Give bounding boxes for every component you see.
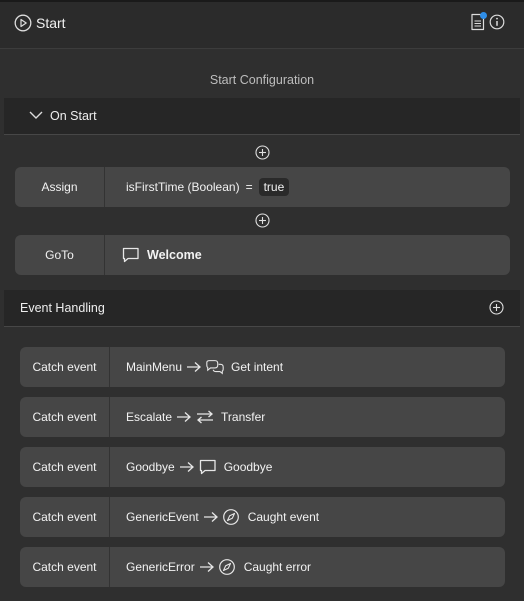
- event-content: MainMenu Get intent: [110, 358, 283, 376]
- section-caption: Start Configuration: [209, 73, 315, 87]
- add-step-icon[interactable]: [255, 145, 270, 160]
- info-icon[interactable]: [489, 14, 505, 30]
- arrow-right-icon: [203, 512, 218, 522]
- event-content: GenericError Caught error: [110, 558, 311, 576]
- event-kind-label: Catch event: [20, 397, 110, 437]
- assign-value: true: [258, 178, 290, 196]
- event-name: Escalate: [126, 410, 173, 424]
- goto-target: Welcome: [147, 248, 202, 262]
- chat-bubbles-icon: [206, 360, 224, 375]
- transfer-icon: [197, 410, 214, 424]
- event-kind-label: Catch event: [20, 497, 110, 537]
- on-start-group-header[interactable]: On Start: [4, 98, 520, 135]
- event-kind-label: Catch event: [20, 347, 110, 387]
- arrow-right-icon: [179, 462, 194, 472]
- top-divider: [0, 0, 524, 2]
- goto-content: Welcome: [105, 246, 202, 264]
- compass-icon: [222, 509, 239, 525]
- compass-icon: [218, 559, 235, 575]
- event-content: Goodbye Goodbye: [110, 458, 272, 476]
- on-start-label: On Start: [50, 109, 97, 123]
- chevron-down-icon[interactable]: [28, 109, 44, 121]
- add-event-icon[interactable]: [489, 300, 504, 315]
- catch-event-row[interactable]: Catch event MainMenu Get intent: [20, 347, 505, 387]
- catch-event-row[interactable]: Catch event Escalate Transfer: [20, 397, 505, 437]
- catch-event-row[interactable]: Catch event GenericEvent Caught event: [20, 497, 505, 537]
- event-name: GenericEvent: [126, 510, 199, 524]
- event-kind-label: Catch event: [20, 447, 110, 487]
- event-name: MainMenu: [126, 360, 183, 374]
- panel-header: Start: [0, 0, 524, 49]
- add-step-icon[interactable]: [255, 213, 270, 228]
- event-handling-group-header: Event Handling: [4, 290, 520, 327]
- event-content: GenericEvent Caught event: [110, 508, 319, 526]
- play-circle-icon: [14, 14, 32, 32]
- goto-kind-label: GoTo: [15, 235, 105, 275]
- speech-bubble-icon: [122, 247, 139, 263]
- arrow-right-icon: [177, 412, 192, 422]
- start-panel: Start Start Configuration On Start Assig…: [0, 0, 524, 601]
- arrow-right-icon: [199, 562, 214, 572]
- catch-event-row[interactable]: Catch event GenericError Caught error: [20, 547, 505, 587]
- page-title: Start: [36, 15, 66, 31]
- catch-event-row[interactable]: Catch event Goodbye Goodbye: [20, 447, 505, 487]
- assign-content: isFirstTime (Boolean) = true: [105, 178, 290, 196]
- assign-operator: =: [245, 180, 253, 194]
- event-action: Caught error: [243, 560, 312, 574]
- assign-kind-label: Assign: [15, 167, 105, 207]
- event-action: Get intent: [231, 360, 284, 374]
- assign-expression: isFirstTime (Boolean): [126, 180, 240, 194]
- event-name: GenericError: [126, 560, 195, 574]
- assign-step-row[interactable]: Assign isFirstTime (Boolean) = true: [15, 167, 510, 207]
- event-handling-label: Event Handling: [20, 301, 105, 315]
- arrow-right-icon: [187, 362, 202, 372]
- event-action: Caught event: [247, 510, 320, 524]
- event-kind-label: Catch event: [20, 547, 110, 587]
- event-content: Escalate Transfer: [110, 408, 265, 426]
- notification-dot: [480, 12, 487, 19]
- speech-bubble-icon: [199, 459, 216, 475]
- goto-step-row[interactable]: GoTo Welcome: [15, 235, 510, 275]
- event-action: Goodbye: [223, 460, 273, 474]
- event-action: Transfer: [221, 410, 266, 424]
- event-name: Goodbye: [126, 460, 175, 474]
